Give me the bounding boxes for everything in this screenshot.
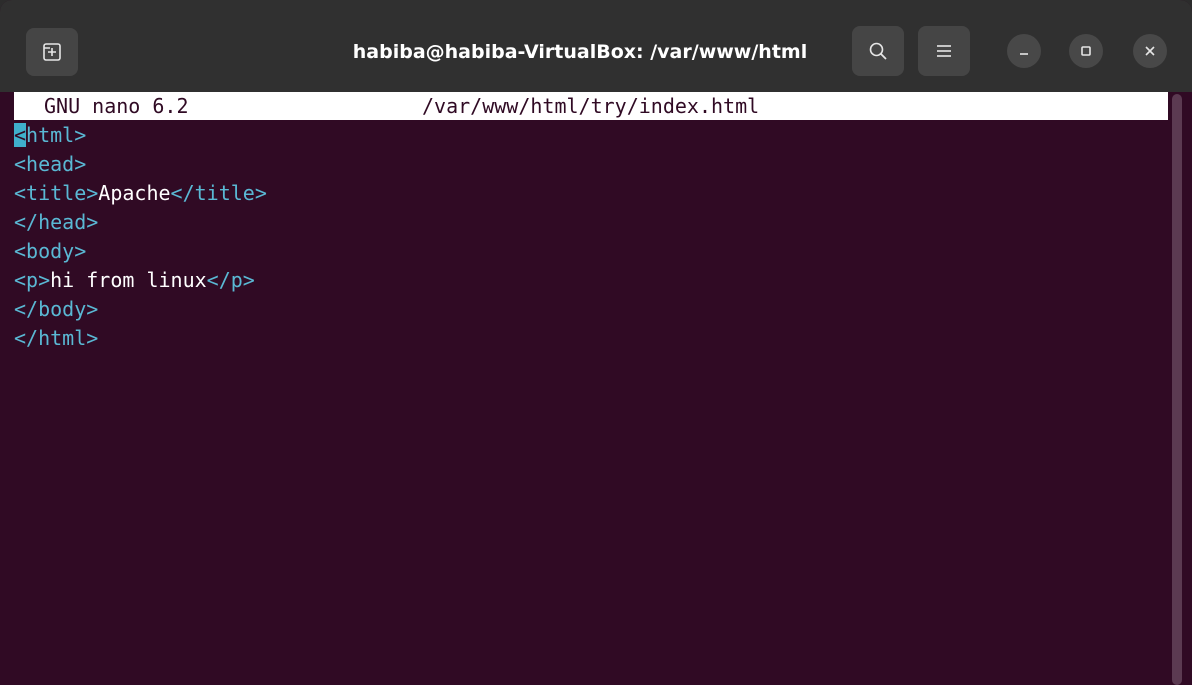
scrollbar[interactable] [1172, 94, 1182, 685]
code-tag: <p> [14, 268, 51, 292]
maximize-button[interactable] [1069, 34, 1103, 68]
code-line: <head> [14, 150, 1164, 179]
code-tag: </head> [14, 210, 99, 234]
search-button[interactable] [852, 26, 904, 76]
minimize-button[interactable] [1007, 34, 1041, 68]
menu-button[interactable] [918, 26, 970, 76]
code-tag: html> [26, 123, 87, 147]
nano-version: GNU nano 6.2 [44, 94, 189, 118]
search-icon [869, 42, 887, 60]
close-icon [1145, 46, 1155, 56]
code-tag: </body> [14, 297, 99, 321]
code-line: <title>Apache</title> [14, 179, 1164, 208]
nano-filename: /var/www/html/try/index.html [422, 94, 760, 118]
code-tag: <body> [14, 239, 87, 263]
code-line: <body> [14, 237, 1164, 266]
code-line: </body> [14, 295, 1164, 324]
terminal-area[interactable]: GNU nano 6.2 /var/www/html/try/index.htm… [0, 92, 1192, 685]
code-text: hi from linux [50, 268, 207, 292]
minimize-icon [1020, 53, 1028, 55]
code-tag: <head> [14, 152, 87, 176]
terminal-window: habiba@habiba-VirtualBox: /var/www/html [0, 0, 1192, 685]
nano-title-bar: GNU nano 6.2 /var/www/html/try/index.htm… [14, 92, 1168, 120]
code-line: <p>hi from linux</p> [14, 266, 1164, 295]
maximize-icon [1081, 46, 1091, 56]
code-text: Apache [98, 181, 171, 205]
close-button[interactable] [1133, 34, 1167, 68]
code-tag: <title> [14, 181, 99, 205]
code-tag: </title> [170, 181, 267, 205]
new-tab-icon [43, 43, 61, 61]
code-line: </html> [14, 324, 1164, 353]
headerbar: habiba@habiba-VirtualBox: /var/www/html [0, 0, 1192, 93]
code-tag: </p> [206, 268, 255, 292]
window-title: habiba@habiba-VirtualBox: /var/www/html [352, 41, 808, 63]
code-tag: </html> [14, 326, 99, 350]
code-line: </head> [14, 208, 1164, 237]
new-tab-button[interactable] [26, 28, 78, 76]
text-cursor: < [14, 123, 27, 147]
code-line: <html> [14, 121, 1164, 150]
editor-content[interactable]: <html> <head> <title>Apache</title> </he… [14, 121, 1164, 353]
hamburger-menu-icon [937, 45, 951, 57]
